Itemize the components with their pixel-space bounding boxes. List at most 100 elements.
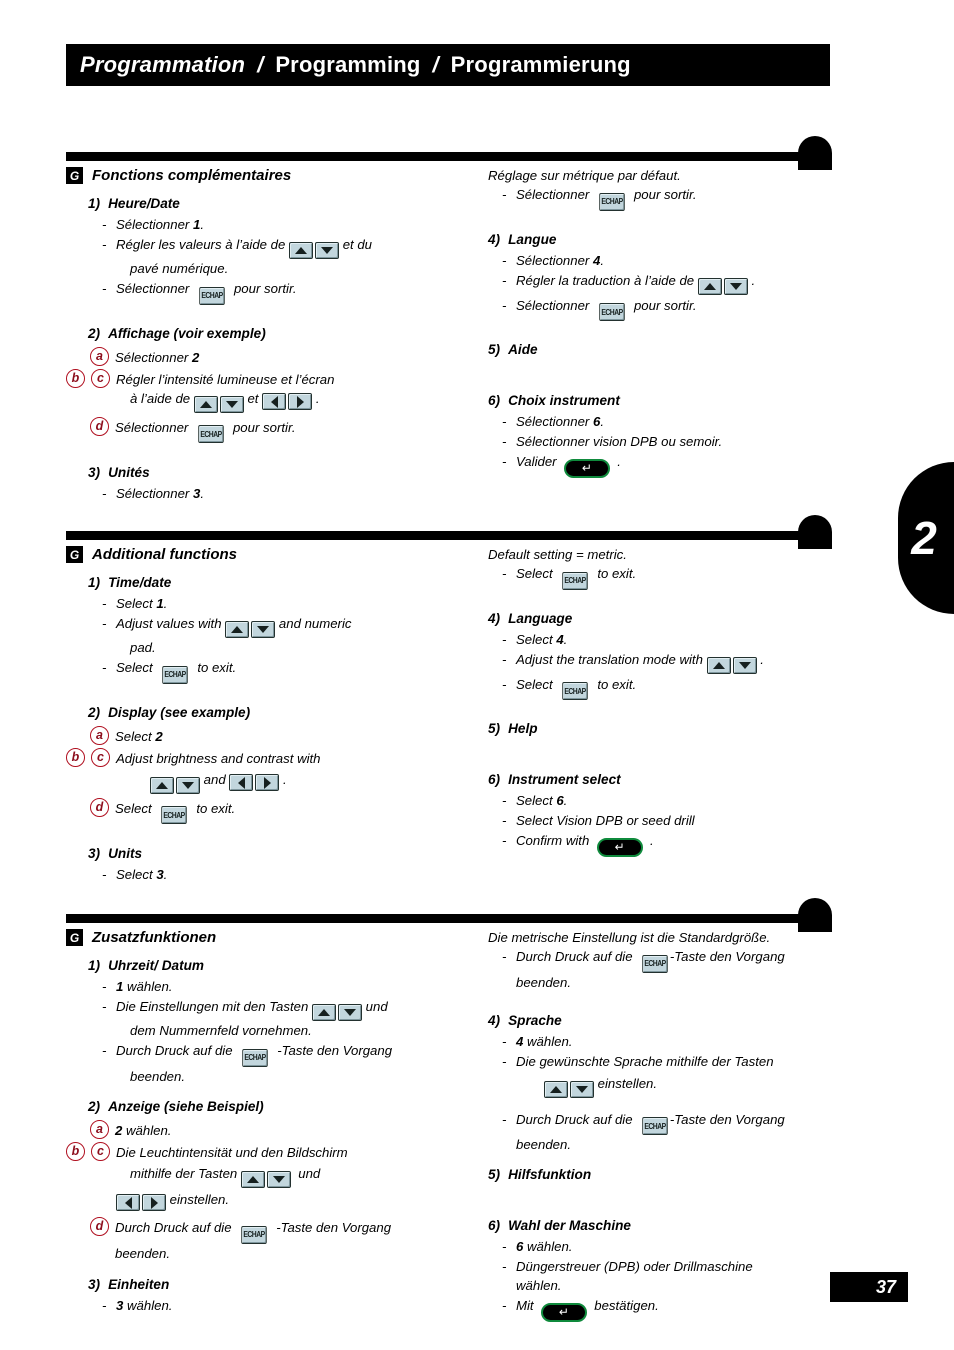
gb-heading-1: 1) Time/date (88, 573, 466, 592)
arrow-up-key[interactable] (225, 621, 250, 638)
de-heading-3-label: Einheiten (108, 1276, 170, 1292)
fr-2bc-end: . (315, 390, 320, 406)
arrow-left-key[interactable] (262, 393, 287, 410)
fr-4b-pre: Régler la traduction à l’aide de (516, 272, 695, 288)
echap-key[interactable]: ECHAP (598, 192, 625, 211)
de-3a-value: 3 (116, 1297, 124, 1313)
arrow-right-key[interactable] (255, 774, 280, 791)
echap-key[interactable]: ECHAP (198, 286, 225, 305)
arrow-up-key[interactable] (311, 1004, 336, 1021)
fr-heading-1-label: Heure/Date (108, 196, 180, 211)
circled-item-bc: b c Adjust brightness and contrast with … (66, 747, 466, 794)
gb-heading-2: 2) Display (see example) (88, 703, 466, 722)
gb-heading-6-label: Instrument select (508, 772, 621, 787)
enter-key[interactable]: ↵ (596, 837, 643, 857)
fr-left-column: G Fonctions complémentaires 1) Heure/Dat… (66, 166, 466, 504)
list-item: - Select 6. (502, 791, 858, 810)
section-divider-fr (66, 152, 830, 161)
gb-heading-2-number: 2) (88, 704, 101, 720)
arrow-up-key[interactable] (240, 1170, 265, 1188)
fr-1c-post: pour sortir. (233, 281, 297, 296)
fr-intro-pre: Sélectionner (516, 187, 590, 202)
arrow-key-pair[interactable] (225, 621, 276, 638)
de-heading-2-number: 2) (88, 1098, 101, 1114)
de-1b-post: und (365, 999, 388, 1014)
de-section-title: Zusatzfunktionen (92, 929, 217, 946)
echap-key[interactable]: ECHAP (242, 1048, 268, 1067)
enter-key[interactable]: ↵ (540, 1302, 587, 1322)
arrow-down-key[interactable] (315, 242, 340, 259)
page-title-gb: Programming (275, 52, 421, 77)
list-item: - Select ECHAP to exit. (102, 658, 466, 684)
fr-list-2: a Sélectionner 2 b c Régler l’intensité … (66, 346, 466, 443)
arrow-up-key[interactable] (193, 395, 218, 413)
arrow-key-pair-horizontal[interactable] (229, 774, 280, 791)
arrow-up-icon (156, 781, 168, 789)
de-2bc-pre: mithilfe der Tasten (130, 1165, 238, 1181)
arrow-up-key[interactable] (150, 776, 174, 794)
fr-heading-3-label: Unités (108, 465, 150, 480)
fr-list-1: - Sélectionner 1. - Régler les valeurs à… (102, 215, 466, 305)
arrow-key-pair-vertical[interactable] (150, 776, 200, 794)
arrow-key-pair[interactable] (289, 242, 340, 259)
arrow-key-pair[interactable] (706, 656, 757, 674)
arrow-right-key[interactable] (142, 1194, 166, 1211)
arrow-right-key[interactable] (288, 393, 313, 410)
echap-key[interactable]: ECHAP (642, 954, 668, 973)
echap-key[interactable]: ECHAP (598, 303, 625, 321)
arrow-down-key[interactable] (266, 1170, 291, 1188)
echap-key[interactable]: ECHAP (197, 425, 224, 443)
bullet-dash: - (502, 1239, 507, 1254)
de-4b-post: einstellen. (597, 1075, 658, 1091)
echap-key[interactable]: ECHAP (642, 1117, 668, 1135)
fr-heading-4: 4) Langue (488, 230, 858, 249)
arrow-down-key[interactable] (723, 277, 748, 295)
fr-heading-2-label: Affichage (voir exemple) (108, 325, 266, 341)
gb-4a-end: . (563, 631, 568, 647)
de-heading-5: 5) Hilfsfunktion (488, 1165, 858, 1184)
arrow-left-key[interactable] (116, 1194, 140, 1211)
arrow-down-key[interactable] (337, 1004, 362, 1021)
arrow-down-key[interactable] (251, 621, 276, 638)
arrow-up-key[interactable] (544, 1080, 568, 1098)
echap-key[interactable]: ECHAP (162, 665, 188, 684)
circle-letter-c: c (91, 1141, 110, 1161)
arrow-up-icon (295, 247, 308, 254)
arrow-up-key[interactable] (706, 656, 731, 674)
echap-key[interactable]: ECHAP (161, 806, 187, 824)
gb-6c-post: . (649, 833, 654, 848)
arrow-up-key[interactable] (697, 277, 722, 295)
bullet-dash: - (502, 793, 507, 808)
circle-letter-d: d (90, 416, 109, 436)
arrow-down-key[interactable] (219, 395, 244, 413)
arrow-down-key[interactable] (570, 1080, 594, 1098)
de-4c-post: -Taste den Vorgang (669, 1111, 785, 1127)
list-item: - Düngerstreuer (DPB) oder Drillmaschine… (502, 1257, 858, 1295)
echap-key[interactable]: ECHAP (241, 1225, 267, 1244)
arrow-key-pair-horizontal[interactable] (116, 1194, 166, 1211)
arrow-up-key[interactable] (289, 242, 314, 259)
arrow-down-icon (738, 661, 751, 669)
arrow-key-pair-vertical[interactable] (193, 395, 244, 413)
gb-heading-6-number: 6) (488, 772, 501, 787)
arrow-key-pair-horizontal[interactable] (262, 393, 313, 410)
enter-key[interactable]: ↵ (563, 458, 610, 478)
echap-key[interactable]: ECHAP (562, 682, 588, 700)
de-2d-cont: beenden. (115, 1245, 171, 1261)
arrow-down-key[interactable] (732, 656, 757, 674)
arrow-left-key[interactable] (229, 774, 254, 791)
arrow-key-pair[interactable] (544, 1080, 594, 1098)
echap-key[interactable]: ECHAP (562, 571, 588, 590)
arrow-key-pair[interactable] (311, 1004, 362, 1021)
arrow-key-pair-vertical[interactable] (240, 1170, 291, 1188)
arrow-up-icon (317, 1009, 330, 1016)
fr-heading-6: 6) Choix instrument (488, 391, 858, 410)
arrow-down-key[interactable] (176, 776, 200, 794)
list-item: - Die gewünschte Sprache mithilfe der Ta… (502, 1052, 858, 1098)
fr-heading-1: 1) Heure/Date (88, 194, 466, 213)
gb-left-column: G Additional functions 1) Time/date - Se… (66, 545, 466, 885)
bullet-dash: - (102, 1043, 107, 1058)
arrow-key-pair[interactable] (697, 277, 748, 295)
fr-2bc-pre: à l’aide de (130, 390, 191, 406)
fr-heading-4-number: 4) (488, 231, 501, 247)
